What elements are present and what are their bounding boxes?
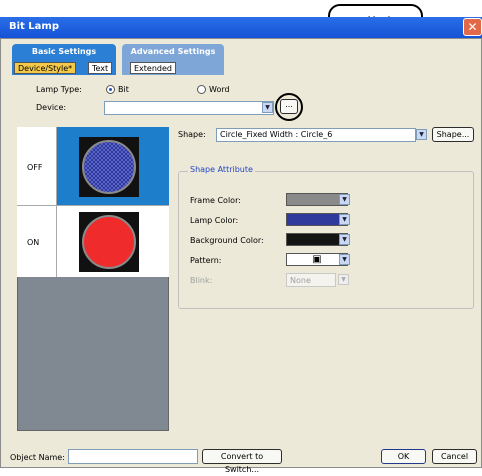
device-dropdown-icon[interactable]: ▼ — [262, 102, 273, 113]
convert-to-switch-button[interactable]: Convert to Switch... — [202, 449, 282, 474]
subtab-text[interactable]: Text — [88, 62, 113, 74]
object-name-input[interactable] — [68, 449, 198, 464]
pattern-dropdown-icon[interactable]: ▼ — [339, 254, 350, 265]
state-on-label: ON — [27, 238, 40, 247]
shape-button[interactable]: Shape... — [432, 127, 474, 142]
off-lamp-preview — [79, 137, 139, 197]
background-color-label: Background Color: — [190, 236, 264, 245]
shape-dropdown-icon[interactable]: ▼ — [416, 129, 427, 140]
state-off-label: OFF — [27, 163, 43, 172]
shape-label: Shape: — [178, 130, 206, 139]
title-bar: Bit Lamp ✕ — [0, 17, 482, 38]
close-button[interactable]: ✕ — [463, 18, 482, 36]
highlight-circle — [275, 93, 303, 121]
state-row-off[interactable]: OFF — [17, 127, 169, 205]
close-icon: ✕ — [467, 20, 478, 34]
tab-basic-label: Basic Settings — [31, 47, 97, 56]
shape-value: Circle_Fixed Width : Circle_6 — [220, 130, 333, 139]
on-lamp-preview — [79, 212, 139, 272]
subtab-device-style[interactable]: Device/Style* — [14, 62, 77, 74]
lamp-type-label: Lamp Type: — [36, 85, 82, 94]
pattern-icon: ▣ — [312, 254, 322, 265]
pattern-label: Pattern: — [190, 256, 222, 265]
window-title: Bit Lamp — [9, 21, 60, 32]
radio-bit[interactable] — [106, 85, 115, 94]
background-color-dropdown-icon[interactable]: ▼ — [339, 234, 350, 245]
device-label: Device: — [36, 103, 67, 112]
frame-color-label: Frame Color: — [190, 196, 241, 205]
ok-button[interactable]: OK — [381, 449, 426, 464]
blink-select[interactable]: None — [286, 273, 336, 287]
blink-label: Blink: — [190, 276, 213, 285]
lamp-color-label: Lamp Color: — [190, 216, 239, 225]
shape-select[interactable]: Circle_Fixed Width : Circle_6 — [216, 128, 416, 142]
cancel-button[interactable]: Cancel — [432, 449, 477, 464]
tab-advanced-label: Advanced Settings — [130, 47, 216, 56]
blink-value: None — [290, 276, 311, 285]
frame-color-dropdown-icon[interactable]: ▼ — [339, 194, 350, 205]
radio-word-label: Word — [209, 85, 230, 94]
radio-bit-label: Bit — [118, 85, 129, 94]
subtab-extended[interactable]: Extended — [130, 62, 176, 74]
bit-lamp-dialog: Click Bit Lamp ✕ Basic Settings Device/S… — [0, 0, 482, 474]
shape-attribute-title: Shape Attribute — [188, 165, 255, 174]
radio-word[interactable] — [197, 85, 206, 94]
device-input[interactable] — [104, 101, 274, 115]
object-name-label: Object Name: — [10, 453, 65, 462]
state-row-on[interactable]: ON — [17, 205, 169, 277]
lamp-color-dropdown-icon[interactable]: ▼ — [339, 214, 350, 225]
blink-dropdown-icon[interactable]: ▼ — [338, 274, 349, 285]
